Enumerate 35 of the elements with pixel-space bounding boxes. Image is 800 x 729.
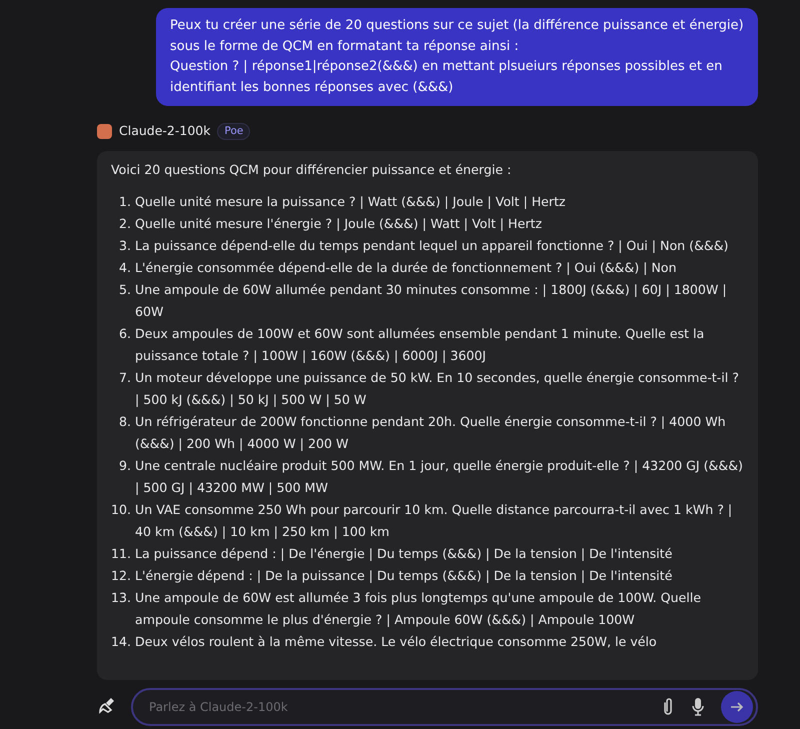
list-number: 1.: [118, 192, 132, 211]
question-text: Un moteur développe une puissance de 50 kW. En 10 secondes, quelle énergie consomme-t-il ? | 500 kJ (&&&) | 50 kJ | 500 W | 50 W: [135, 368, 740, 409]
question-text: Une ampoule de 60W allumée pendant 30 minutes consomme : | 1800J (&&&) | 60J | 1800W | 60W: [135, 280, 728, 321]
list-number: 13.: [111, 588, 132, 607]
question-text: Quelle unité mesure l'énergie ? | Joule (&&&) | Watt | Volt | Hertz: [135, 214, 542, 233]
question-text: L'énergie dépend : | De la puissance | Du temps (&&&) | De la tension | De l'intensité: [135, 566, 672, 585]
list-number: 9.: [118, 456, 132, 475]
question-text: Un VAE consomme 250 Wh pour parcourir 10 km. Quelle distance parcourra-t-il avec 1 kWh ? | 40 km (&&&) | 10 km | 250 km | 100 km: [135, 500, 734, 541]
question-text: Deux ampoules de 100W et 60W sont allumées ensemble pendant 1 minute. Quelle est la puissance totale ? | 100W | 160W (&&&) | 6000J | 3600J: [135, 324, 706, 365]
list-number: 6.: [118, 324, 132, 343]
platform-tag: Poe: [217, 122, 250, 140]
question-text: Quelle unité mesure la puissance ? | Watt (&&&) | Joule | Volt | Hertz: [135, 192, 566, 211]
list-number: 5.: [118, 280, 132, 299]
send-button[interactable]: [721, 690, 753, 723]
list-number: 3.: [118, 236, 132, 255]
question-text: La puissance dépend-elle du temps pendant lequel un appareil fonctionne ? | Oui | Non (&&&): [135, 236, 728, 255]
bot-name: Claude-2-100k: [119, 122, 210, 140]
user-message-bubble: Peux tu créer une série de 20 questions sur ce sujet (la différence puissance et énergie) sous le forme de QCM en formatant ta réponse ainsi : Question ? | réponse1|réponse2(&&&) en mettant plsueiurs réponses possibles et en identifiant les bonnes réponses avec (&&&): [156, 8, 758, 106]
list-number: 2.: [118, 214, 132, 233]
message-composer[interactable]: Parlez à Claude-2-100k: [131, 688, 758, 726]
list-number: 10.: [111, 500, 132, 519]
question-text: Une centrale nucléaire produit 500 MW. En 1 jour, quelle énergie produit-elle ? | 43200 GJ (&&&) | 500 GJ | 43200 MW | 500 MW: [135, 456, 744, 497]
question-text: Une ampoule de 60W est allumée 3 fois plus longtemps qu'une ampoule de 100W. Quelle ampoule consomme le plus d'énergie ? | Ampoule 60W (&&&) | Ampoule 100W: [135, 588, 702, 629]
list-number: 4.: [118, 258, 132, 277]
question-text: Un réfrigérateur de 200W fonctionne pendant 20h. Quelle énergie consomme-t-il ? | 4000 Wh (&&&) | 200 Wh | 4000 W | 200 W: [135, 412, 727, 453]
list-number: 14.: [111, 632, 132, 651]
message-input-field[interactable]: Parlez à Claude-2-100k: [147, 696, 661, 717]
list-number: 8.: [118, 412, 132, 431]
question-text: Deux vélos roulent à la même vitesse. Le vélo électrique consomme 250W, le vélo: [135, 632, 657, 651]
list-number: 11.: [111, 544, 132, 563]
question-text: L'énergie consommée dépend-elle de la durée de fonctionnement ? | Oui (&&&) | Non: [135, 258, 676, 277]
list-number: 12.: [111, 566, 132, 585]
list-number: 7.: [118, 368, 132, 387]
response-intro: Voici 20 questions QCM pour différencier puissance et énergie :: [111, 160, 512, 179]
question-text: La puissance dépend : | De l'énergie | Du temps (&&&) | De la tension | De l'intensité: [135, 544, 672, 563]
